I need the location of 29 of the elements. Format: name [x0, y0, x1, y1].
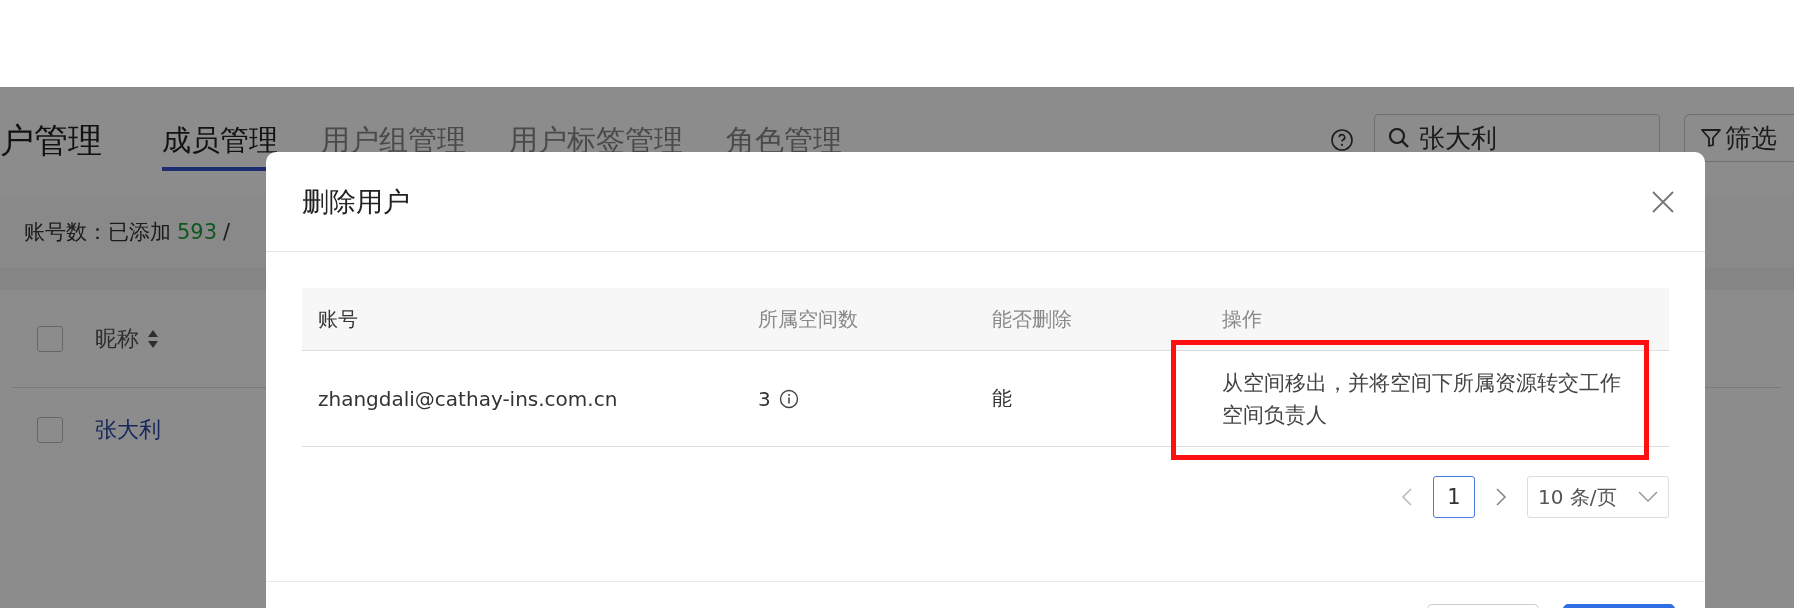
account-count-label: 账号数：已添加 [24, 219, 171, 246]
checkbox[interactable] [37, 325, 63, 352]
next-page-icon[interactable] [1495, 487, 1507, 507]
page-title: 户管理 [0, 119, 102, 162]
page-size-select[interactable]: 10 条/页 [1527, 476, 1669, 518]
column-header: 能否删除 [976, 288, 1206, 351]
tab[interactable]: 用户组管理 [321, 117, 466, 171]
chevron-down-icon [1638, 491, 1658, 503]
checkbox[interactable] [37, 417, 63, 443]
page-button[interactable]: 1 [1433, 476, 1475, 518]
table-cell: zhangdali@cathay-ins.com.cn [302, 351, 742, 447]
search-icon [1387, 126, 1411, 150]
separator-text: / [223, 220, 231, 244]
help-icon[interactable] [1330, 128, 1354, 152]
filter-icon [1699, 126, 1723, 150]
account-count-value: 593 [177, 220, 218, 244]
filter-button[interactable]: 筛选 [1684, 114, 1794, 162]
sort-icon[interactable] [147, 328, 159, 349]
dialog-title: 删除用户 [302, 184, 410, 219]
table-cell-text: 从空间移出，并将空间下所属资源转交工作空间负责人 [1222, 369, 1622, 429]
column-header: 所属空间数 [742, 288, 976, 351]
column-header[interactable]: 昵称 [95, 323, 139, 354]
close-icon[interactable] [1651, 189, 1675, 214]
table-cell: 能 [976, 351, 1206, 447]
nickname-link[interactable]: 张大利 [95, 415, 161, 445]
info-icon[interactable] [778, 388, 799, 409]
column-header: 账号 [302, 288, 742, 351]
column-header: 操作 [1206, 288, 1669, 351]
table-cell: 3 [758, 386, 771, 411]
